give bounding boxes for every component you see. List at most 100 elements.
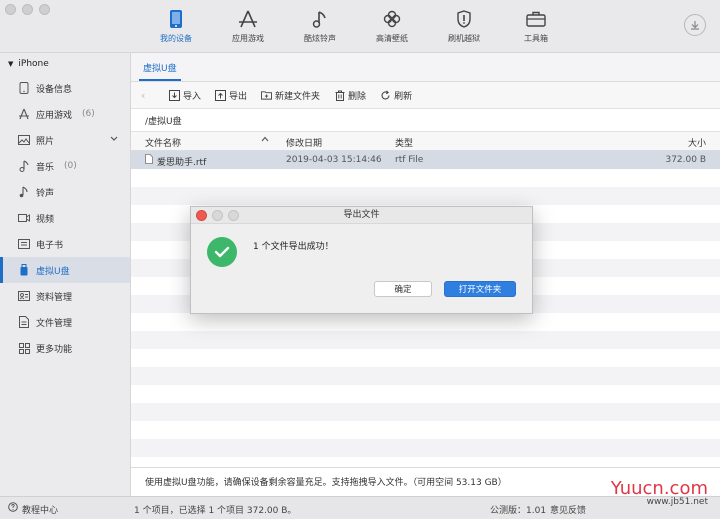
- delete-button[interactable]: 删除: [334, 89, 366, 102]
- table-row[interactable]: 爱思助手.rtf 2019-04-03 15:14:46 rtf File 37…: [131, 151, 720, 169]
- refresh-icon: [380, 89, 391, 101]
- export-dialog: 导出文件 1 个文件导出成功！ 确定 打开文件夹: [190, 206, 533, 314]
- empty-row: [131, 367, 720, 385]
- phone-icon: [165, 9, 187, 29]
- sidebar-item-apps[interactable]: 应用游戏 (6): [0, 101, 130, 127]
- sidebar-item-video[interactable]: 视频: [0, 205, 130, 231]
- close-window-button[interactable]: [5, 4, 16, 15]
- book-icon: [18, 238, 30, 250]
- empty-row: [131, 403, 720, 421]
- sidebar: ▼ iPhone 设备信息 应用游戏 (6) 照片 音乐 (0) 铃声 视频 电…: [0, 53, 131, 496]
- sidebar-item-more[interactable]: 更多功能: [0, 335, 130, 361]
- sidebar-item-device-info[interactable]: 设备信息: [0, 75, 130, 101]
- dialog-zoom-button: [228, 210, 239, 221]
- current-path: /虚拟U盘: [145, 116, 182, 127]
- sidebar-item-label: 文件管理: [36, 318, 73, 329]
- top-toolbar: 我的设备 应用游戏 酷炫铃声 高清壁纸 刷机越狱 工具箱: [0, 0, 720, 53]
- usb-icon: [18, 264, 30, 276]
- refresh-label: 刷新: [394, 91, 413, 102]
- minimize-window-button[interactable]: [22, 4, 33, 15]
- col-header-name[interactable]: 文件名称: [145, 136, 181, 149]
- dialog-titlebar: 导出文件: [191, 207, 532, 224]
- ringtone-icon: [18, 186, 30, 198]
- dialog-minimize-button: [212, 210, 223, 221]
- nav-jailbreak[interactable]: 刷机越狱: [428, 0, 500, 52]
- col-header-date[interactable]: 修改日期: [286, 136, 322, 149]
- nav-my-device[interactable]: 我的设备: [140, 0, 212, 52]
- music-icon: [18, 160, 30, 172]
- nav-apps[interactable]: 应用游戏: [212, 0, 284, 52]
- sidebar-item-data-management[interactable]: 资料管理: [0, 283, 130, 309]
- tab-bar: 虚拟U盘: [131, 53, 720, 82]
- col-header-size[interactable]: 大小: [688, 136, 706, 149]
- app-icon: [18, 108, 30, 120]
- window-controls: [5, 4, 50, 15]
- toolbox-icon: [525, 9, 547, 29]
- feedback-link[interactable]: 意见反馈: [550, 503, 586, 516]
- import-icon: [169, 89, 180, 101]
- app-count: (6): [82, 109, 95, 119]
- sidebar-item-label: 虚拟U盘: [36, 266, 70, 277]
- nav-label: 酷炫铃声: [304, 34, 336, 43]
- nav-ringtones[interactable]: 酷炫铃声: [284, 0, 356, 52]
- back-arrow-icon[interactable]: ‹: [141, 89, 155, 102]
- dialog-close-button[interactable]: [196, 210, 207, 221]
- device-header[interactable]: ▼ iPhone: [0, 53, 130, 75]
- export-label: 导出: [229, 91, 248, 102]
- watermark-brand: Yuucn.com: [610, 478, 708, 499]
- sidebar-item-ebooks[interactable]: 电子书: [0, 231, 130, 257]
- sidebar-item-label: 更多功能: [36, 344, 73, 355]
- nav-label: 工具箱: [524, 34, 548, 43]
- sort-chevron-icon[interactable]: [261, 135, 269, 145]
- sidebar-item-file-management[interactable]: 文件管理: [0, 309, 130, 335]
- app-store-icon: [237, 9, 259, 29]
- download-icon: [691, 21, 699, 30]
- nav-label: 我的设备: [160, 34, 192, 43]
- new-folder-icon: [261, 90, 273, 101]
- nav-label: 应用游戏: [232, 34, 264, 43]
- file-name: 爱思助手.rtf: [157, 158, 207, 168]
- action-bar: ‹ 导入 导出 新建文件夹 删除 刷新: [131, 82, 720, 109]
- help-center-link[interactable]: 教程中心: [22, 503, 58, 516]
- success-check-icon: [207, 237, 237, 267]
- sidebar-item-label: 设备信息: [36, 84, 73, 95]
- dialog-window-controls: [196, 210, 239, 221]
- file-size: 372.00 B: [665, 155, 706, 165]
- import-button[interactable]: 导入: [169, 89, 201, 102]
- sidebar-item-ringtones[interactable]: 铃声: [0, 179, 130, 205]
- sidebar-item-photos[interactable]: 照片: [0, 127, 130, 153]
- empty-row: [131, 439, 720, 457]
- sidebar-item-virtual-usb[interactable]: 虚拟U盘: [0, 257, 130, 283]
- trash-icon: [334, 90, 345, 101]
- open-folder-button[interactable]: 打开文件夹: [444, 281, 516, 297]
- export-button[interactable]: 导出: [215, 89, 247, 102]
- confirm-button[interactable]: 确定: [374, 281, 432, 297]
- video-icon: [18, 212, 30, 224]
- nav-label: 刷机越狱: [448, 34, 480, 43]
- shield-icon: [453, 9, 475, 29]
- new-folder-button[interactable]: 新建文件夹: [261, 89, 320, 102]
- empty-row: [131, 187, 720, 205]
- refresh-button[interactable]: 刷新: [380, 89, 412, 102]
- download-button[interactable]: [684, 14, 706, 36]
- new-folder-label: 新建文件夹: [275, 91, 321, 102]
- grid-icon: [18, 342, 30, 354]
- nav-wallpapers[interactable]: 高清壁纸: [356, 0, 428, 52]
- delete-label: 删除: [348, 91, 367, 102]
- sidebar-item-label: 电子书: [36, 240, 64, 251]
- empty-row: [131, 331, 720, 349]
- export-icon: [215, 89, 227, 101]
- device-name: iPhone: [18, 59, 49, 69]
- rtf-file-icon: [145, 154, 153, 167]
- sidebar-item-music[interactable]: 音乐 (0): [0, 153, 130, 179]
- contacts-icon: [18, 290, 30, 302]
- tab-virtual-usb[interactable]: 虚拟U盘: [139, 53, 181, 81]
- chevron-down-icon[interactable]: [110, 135, 118, 145]
- zoom-window-button[interactable]: [39, 4, 50, 15]
- photo-icon: [18, 134, 30, 146]
- nav-toolbox[interactable]: 工具箱: [500, 0, 572, 52]
- help-circle-icon[interactable]: [8, 502, 18, 515]
- device-info-icon: [18, 82, 30, 94]
- app-window: 我的设备 应用游戏 酷炫铃声 高清壁纸 刷机越狱 工具箱 ▼ iPhone 设备…: [0, 0, 720, 519]
- col-header-type[interactable]: 类型: [395, 136, 413, 149]
